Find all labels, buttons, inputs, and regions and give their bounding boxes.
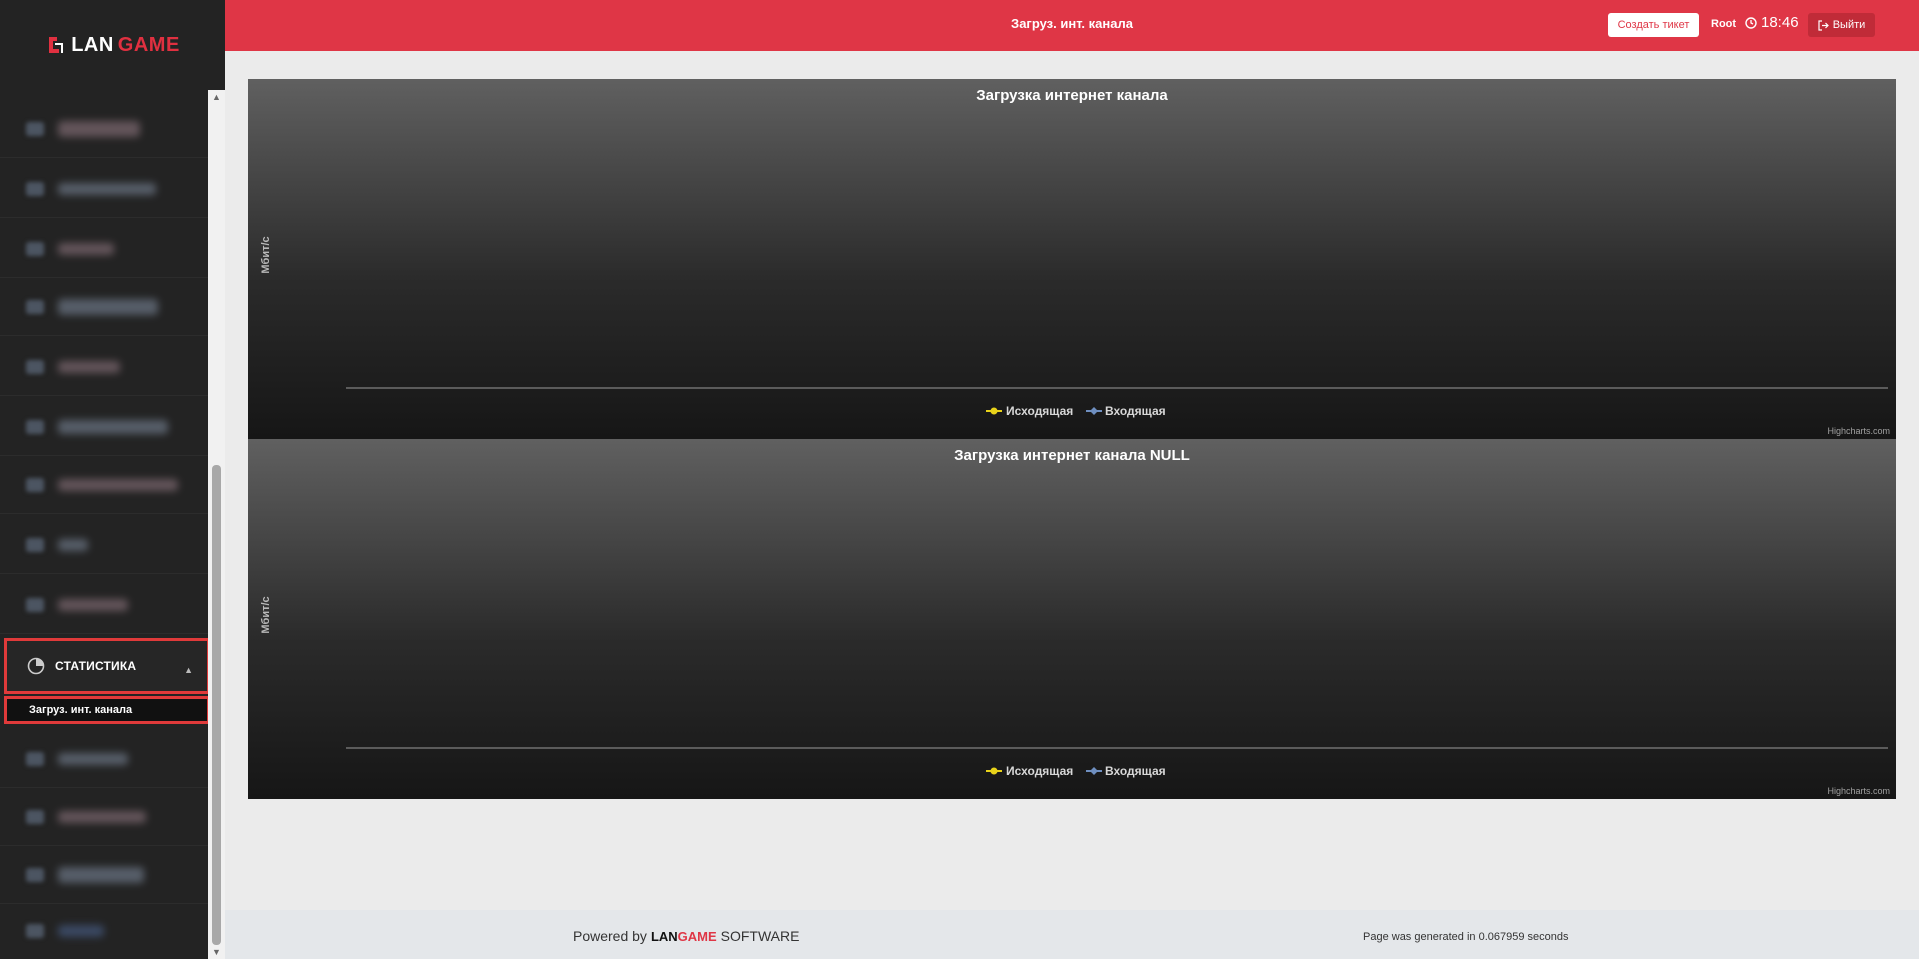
clock-icon [1745,16,1757,29]
menu-icon [26,597,44,612]
sidebar-item-blurred[interactable] [0,160,208,218]
powered-logo-game: GAME [677,929,717,944]
scroll-down-arrow-icon[interactable]: ▼ [208,945,225,959]
sidebar-subitem-channel-load[interactable]: Загруз. инт. канала [4,696,210,724]
sidebar-item-blurred[interactable] [0,788,208,846]
menu-label-blurred [58,182,156,195]
legend-label-outgoing: Исходящая [1006,764,1073,778]
sign-out-icon [1818,19,1829,31]
powered-suffix: SOFTWARE [720,928,800,944]
brand-logo[interactable]: LAN GAME [0,0,225,90]
chart-credits[interactable]: Highcharts.com [1827,426,1890,436]
y-axis-label: Мбит/с [260,236,272,273]
logo-mark: LAN GAME [45,34,180,57]
legend-label-outgoing: Исходящая [1006,404,1073,418]
menu-label-blurred [58,752,128,765]
chart-credits[interactable]: Highcharts.com [1827,786,1890,796]
menu-icon [26,241,44,256]
chevron-up-icon: ▲ [184,665,193,675]
langame-logo-icon [49,37,64,53]
sidebar-item-label: СТАТИСТИКА [55,659,137,673]
powered-prefix: Powered by [573,928,647,944]
legend-item-outgoing[interactable]: Исходящая [986,764,1073,778]
sidebar-item-blurred[interactable] [0,100,208,158]
powered-by: Powered by LANGAME SOFTWARE [573,928,799,944]
menu-icon [26,751,44,766]
sidebar-item-blurred[interactable] [0,516,208,574]
scroll-up-arrow-icon[interactable]: ▲ [208,90,225,104]
legend-item-outgoing[interactable]: Исходящая [986,404,1073,418]
menu-label-blurred [58,478,178,491]
sidebar-subitem-label: Загруз. инт. канала [29,704,133,716]
user-name[interactable]: Root [1711,18,1736,30]
page-generated-time: Page was generated in 0.067959 seconds [1363,931,1569,943]
menu-icon [26,299,44,314]
menu-icon [26,867,44,882]
sidebar: LAN GAME СТАТИСТИКА ▲ Загруз. инт. канал… [0,0,225,959]
pie-chart-icon [27,657,45,675]
chart-channel-load-null: Загрузка интернет канала NULL Мбит/с Исх… [248,439,1896,799]
clock-time: 18:46 [1761,14,1799,31]
menu-label-blurred [58,810,146,823]
menu-label-blurred [58,866,144,883]
menu-icon [26,181,44,196]
legend-label-incoming: Входящая [1105,404,1166,418]
menu-icon [26,419,44,434]
menu-label-blurred [58,924,104,937]
menu-icon [26,537,44,552]
sidebar-item-blurred[interactable] [0,846,208,904]
menu-label-blurred [58,298,158,315]
footer: Powered by LANGAME SOFTWARE Page was gen… [225,910,1919,959]
logo-text-game: GAME [117,33,180,56]
chart-title: Загрузка интернет канала [976,87,1168,104]
legend-item-incoming[interactable]: Входящая [1086,764,1166,778]
create-ticket-button[interactable]: Создать тикет [1608,13,1699,37]
chart-title: Загрузка интернет канала NULL [954,447,1190,464]
scrollbar-thumb[interactable] [212,465,221,945]
chart-channel-load: Загрузка интернет канала Мбит/с Исходяща… [248,79,1896,439]
menu-icon [26,477,44,492]
top-header: Загруз. инт. канала Создать тикет Root 1… [225,0,1919,51]
logout-label: Выйти [1832,19,1866,31]
menu-label-blurred [58,360,120,373]
legend-marker-outgoing [990,767,998,775]
chart-svg: Загрузка интернет канала Мбит/с Исходяща… [260,87,1890,436]
menu-label-blurred [58,419,168,434]
sidebar-item-blurred[interactable] [0,398,208,456]
powered-logo-lan: LAN [650,929,678,944]
sidebar-item-blurred[interactable] [0,278,208,336]
clock: 18:46 [1745,14,1799,31]
sidebar-item-blurred[interactable] [0,902,208,959]
menu-icon [26,809,44,824]
sidebar-scrollbar[interactable]: ▲ ▼ [208,90,225,959]
y-axis-label: Мбит/с [260,596,272,633]
legend-marker-outgoing [990,407,998,415]
sidebar-item-blurred[interactable] [0,220,208,278]
sidebar-item-blurred[interactable] [0,338,208,396]
powered-logo[interactable]: LANGAME [651,929,717,944]
menu-label-blurred [58,598,128,611]
legend-label-incoming: Входящая [1105,764,1166,778]
sidebar-menu [0,90,208,959]
legend-marker-incoming [1090,767,1098,775]
sidebar-item-blurred[interactable] [0,456,208,514]
menu-icon [26,359,44,374]
chart-svg: Загрузка интернет канала NULL Мбит/с Исх… [260,447,1890,796]
sidebar-item-blurred[interactable] [0,576,208,634]
legend-marker-incoming [1090,407,1098,415]
sidebar-item-statistics[interactable]: СТАТИСТИКА ▲ [4,638,210,694]
sidebar-item-blurred[interactable] [0,730,208,788]
menu-label-blurred [58,120,140,137]
menu-icon [26,923,44,938]
logo-text-lan: LAN [71,33,114,56]
menu-label-blurred [58,538,88,551]
legend-item-incoming[interactable]: Входящая [1086,404,1166,418]
menu-label-blurred [58,242,114,255]
logout-button[interactable]: Выйти [1808,13,1875,37]
menu-icon [26,121,44,136]
